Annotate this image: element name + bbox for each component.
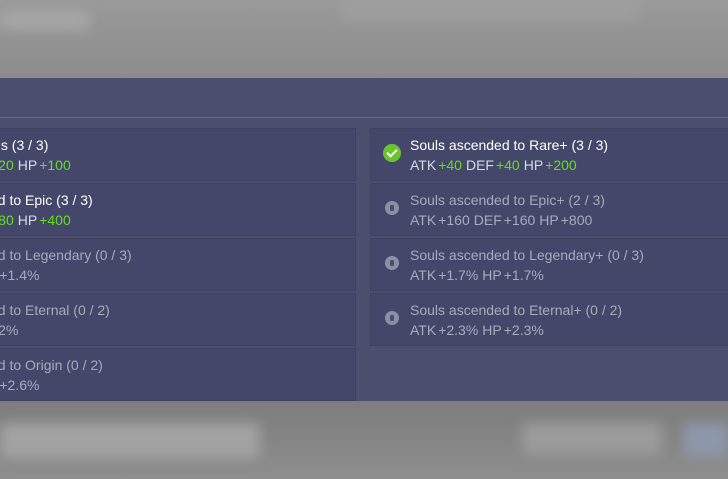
bonus-row: ed to Origin (0 / 2) P+2.6% xyxy=(0,348,356,401)
bonus-stats: P+1.4% xyxy=(0,267,43,283)
stat-value: +1.7% xyxy=(503,267,544,283)
stat-value: +20 xyxy=(0,157,14,173)
bonus-row: uls (3 / 3) +20HP+100 xyxy=(0,128,356,181)
stat-value: +80 xyxy=(0,212,14,228)
bonus-row: Souls ascended to Rare+ (3 / 3) ATK +40 DEF… xyxy=(370,128,728,181)
bonus-stats: ATK +160 DEF +160 HP +800 xyxy=(410,212,596,228)
background-blur xyxy=(0,423,260,459)
stat-label: DEF xyxy=(465,157,494,173)
lock-icon xyxy=(385,201,399,215)
stat-value: P+1.4% xyxy=(0,267,40,283)
bonus-title: Souls ascended to Legendary+ (0 / 3) xyxy=(410,247,644,263)
bonus-row: ed to Epic (3 / 3) +80HP+400 xyxy=(0,183,356,236)
bonus-stats: +2% xyxy=(0,322,22,338)
stat-value: +160 xyxy=(438,212,470,228)
stat-value: +400 xyxy=(39,212,71,228)
bonus-stats: ATK +1.7% HP +1.7% xyxy=(410,267,548,283)
stat-value: +2.3% xyxy=(503,322,544,338)
stat-value: +40 xyxy=(438,157,462,173)
stat-label: HP xyxy=(17,157,38,173)
bonus-row: Souls ascended to Epic+ (2 / 3) ATK +160 DE… xyxy=(370,183,728,236)
stat-label: ATK xyxy=(410,322,437,338)
bonus-title: ed to Legendary (0 / 3) xyxy=(0,247,132,263)
bonus-title: Souls ascended to Epic+ (2 / 3) xyxy=(410,192,605,208)
stat-label: ATK xyxy=(410,212,437,228)
stat-label: HP xyxy=(523,157,544,173)
stat-label: HP xyxy=(482,267,502,283)
background-blur xyxy=(0,10,90,30)
bonus-stats: ATK +2.3% HP +2.3% xyxy=(410,322,548,338)
bonus-column-left: uls (3 / 3)+20HP+100ed to Epic (3 / 3)+8… xyxy=(0,128,356,403)
panel-divider xyxy=(0,117,728,118)
stat-value: +2.3% xyxy=(438,322,479,338)
bonus-row: ed to Legendary (0 / 3) P+1.4% xyxy=(0,238,356,291)
background-bottom xyxy=(0,401,728,479)
bonus-title: uls (3 / 3) xyxy=(0,137,49,153)
check-icon xyxy=(383,144,401,162)
bonus-stats: ATK +40 DEF +40 HP +200 xyxy=(410,157,581,173)
lock-icon xyxy=(385,256,399,270)
bonus-title: ed to Origin (0 / 2) xyxy=(0,357,103,373)
stat-value: +1.7% xyxy=(438,267,479,283)
stat-label: DEF xyxy=(473,212,502,228)
stat-label: HP xyxy=(482,322,502,338)
stat-label: ATK xyxy=(410,157,437,173)
stat-value: +2% xyxy=(0,322,19,338)
bonus-column-right: Souls ascended to Rare+ (3 / 3) ATK +40 DEF… xyxy=(370,128,728,348)
bonus-stats: +20HP+100 xyxy=(0,157,75,173)
background-top xyxy=(0,0,728,78)
bonus-row: ed to Eternal (0 / 2) +2% xyxy=(0,293,356,346)
soul-bonus-panel: uls (3 / 3)+20HP+100ed to Epic (3 / 3)+8… xyxy=(0,78,728,401)
background-button-blur xyxy=(684,423,728,457)
bonus-row: Souls ascended to Eternal+ (0 / 2) ATK +2.… xyxy=(370,293,728,346)
lock-icon xyxy=(385,311,399,325)
bonus-row: Souls ascended to Legendary+ (0 / 3) ATK +… xyxy=(370,238,728,291)
background-blur xyxy=(340,0,640,20)
bonus-title: Souls ascended to Rare+ (3 / 3) xyxy=(410,137,609,153)
bonus-title: Souls ascended to Eternal+ (0 / 2) xyxy=(410,302,623,318)
stat-value: +200 xyxy=(545,157,577,173)
bonus-stats: +80HP+400 xyxy=(0,212,75,228)
stat-label: ATK xyxy=(410,267,437,283)
stat-value: +40 xyxy=(495,157,520,173)
stat-value: +100 xyxy=(39,157,71,173)
bonus-stats: P+2.6% xyxy=(0,377,43,393)
bonus-title: ed to Epic (3 / 3) xyxy=(0,192,93,208)
bonus-title: ed to Eternal (0 / 2) xyxy=(0,302,110,318)
stat-label: HP xyxy=(539,212,559,228)
stat-value: P+2.6% xyxy=(0,377,40,393)
stat-value: +160 xyxy=(503,212,536,228)
stat-value: +800 xyxy=(560,212,593,228)
stat-label: HP xyxy=(17,212,38,228)
background-button-blur xyxy=(522,423,662,455)
